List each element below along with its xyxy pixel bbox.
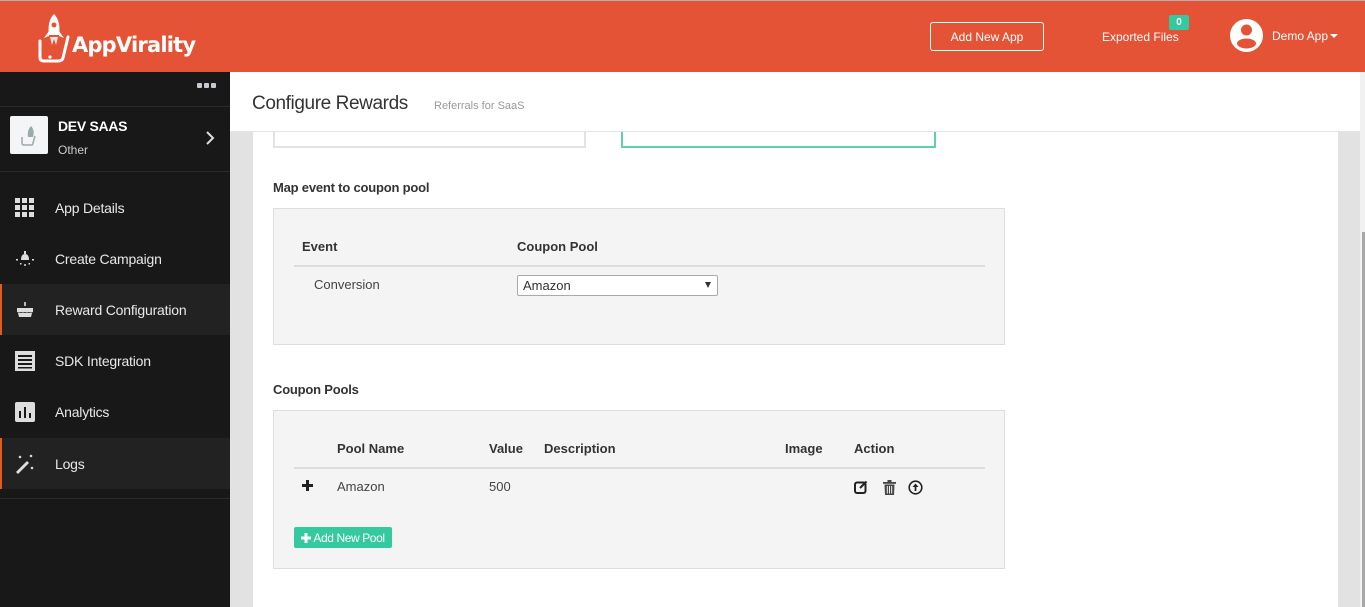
selected-value: Amazon (523, 278, 571, 293)
sidebar-item-label: App Details (55, 199, 125, 216)
coupon-pools-table: Pool Name Value Description Image Action… (273, 410, 1005, 569)
sidebar-item-sdk-integration[interactable]: SDK Integration (0, 335, 230, 386)
page-title: Configure Rewards (252, 93, 408, 114)
rocket-icon (21, 126, 36, 146)
section-title-event-map: Map event to coupon pool (273, 180, 430, 195)
sidebar: DEV SAAS Other App Details Create Campai… (0, 72, 230, 607)
upload-icon[interactable] (907, 479, 923, 495)
document-icon (15, 350, 35, 371)
app-thumbnail (10, 116, 48, 154)
trash-icon[interactable] (881, 479, 897, 495)
app-name: DEV SAAS (58, 118, 128, 134)
header-divider (294, 265, 985, 267)
sidebar-item-label: Analytics (55, 403, 110, 420)
column-header: Coupon Pool (517, 239, 598, 254)
column-header: Event (302, 239, 338, 254)
cake-icon (15, 300, 35, 320)
brand-name: AppVirality (72, 33, 196, 57)
user-menu[interactable]: Demo App (1272, 29, 1339, 43)
grid-icon (15, 197, 35, 218)
gutter (1338, 132, 1360, 607)
event-cell: Conversion (314, 277, 380, 292)
sidebar-item-reward-configuration[interactable]: Reward Configuration (0, 284, 230, 335)
section-title-coupon-pools: Coupon Pools (273, 382, 359, 397)
page-subtitle: Referrals for SaaS (434, 100, 525, 112)
top-header: AppVirality Add New App Exported Files 0… (0, 0, 1365, 72)
sidebar-item-app-details[interactable]: App Details (0, 182, 230, 233)
column-header: Description (544, 441, 616, 456)
brand-logo[interactable]: AppVirality (36, 11, 196, 63)
caret-down-icon (1330, 34, 1339, 38)
sidebar-item-label: SDK Integration (55, 352, 151, 369)
magic-wand-icon (15, 454, 35, 474)
user-avatar-icon[interactable] (1230, 19, 1263, 52)
chevron-right-icon (206, 131, 215, 145)
content-header: Configure Rewards Referrals for SaaS (230, 72, 1365, 132)
gutter (230, 132, 253, 607)
column-header: Value (489, 441, 523, 456)
plus-icon (301, 532, 312, 543)
divider (0, 498, 230, 499)
bar-chart-icon (15, 401, 35, 422)
expand-plus-icon[interactable] (302, 480, 313, 491)
event-map-table: Event Coupon Pool Conversion Amazon (273, 208, 1005, 345)
header-divider (294, 467, 985, 469)
rocket-phone-icon (38, 14, 70, 63)
add-new-pool-button[interactable]: Add New Pool (294, 527, 392, 548)
coupon-pool-select[interactable]: Amazon (517, 275, 718, 296)
sidebar-item-create-campaign[interactable]: Create Campaign (0, 233, 230, 284)
exported-files-link[interactable]: Exported Files (1102, 30, 1179, 44)
more-options-icon[interactable] (197, 83, 216, 88)
sidebar-item-label: Reward Configuration (55, 301, 187, 318)
add-new-app-button[interactable]: Add New App (930, 22, 1044, 51)
add-new-pool-label: Add New Pool (313, 530, 385, 545)
sidebar-item-label: Create Campaign (55, 250, 162, 267)
reward-option-card[interactable] (273, 132, 586, 148)
column-header: Pool Name (337, 441, 405, 456)
app-type: Other (58, 143, 89, 157)
exported-files-count-badge: 0 (1169, 15, 1189, 30)
column-header: Action (854, 441, 895, 456)
divider (0, 171, 230, 172)
dropdown-arrow-icon (705, 282, 711, 288)
reward-option-card-selected[interactable] (621, 132, 936, 148)
sidebar-item-logs[interactable]: Logs (0, 438, 230, 489)
app-switcher[interactable]: DEV SAAS Other (0, 107, 230, 172)
sidebar-item-analytics[interactable]: Analytics (0, 386, 230, 437)
sidebar-item-label: Logs (55, 455, 85, 472)
edit-icon[interactable] (853, 479, 869, 495)
value-cell: 500 (489, 479, 511, 494)
user-name: Demo App (1272, 29, 1329, 43)
pool-name-cell: Amazon (337, 479, 385, 494)
column-header: Image (785, 441, 823, 456)
lightbulb-icon (15, 249, 35, 269)
